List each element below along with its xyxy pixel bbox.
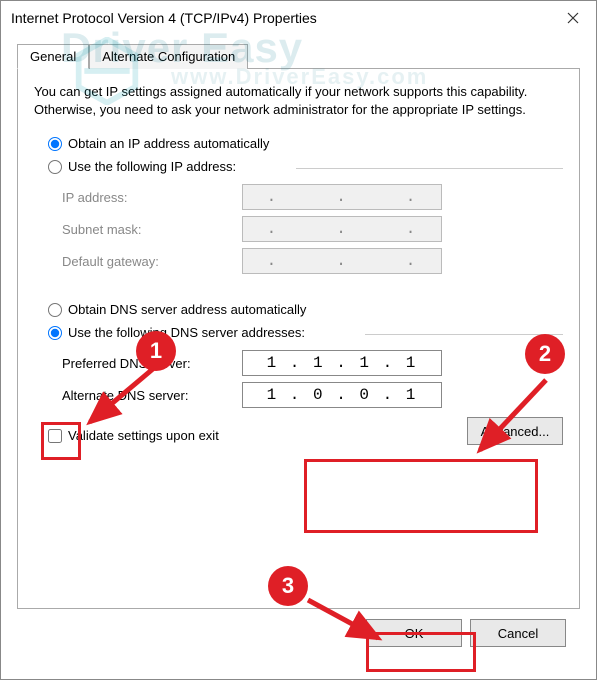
titlebar: Internet Protocol Version 4 (TCP/IPv4) P… xyxy=(1,1,596,35)
annotation-circle-2: 2 xyxy=(525,334,565,374)
dialog-buttons: OK Cancel xyxy=(17,609,580,647)
window-title: Internet Protocol Version 4 (TCP/IPv4) P… xyxy=(11,10,317,26)
alternate-dns-field[interactable] xyxy=(242,382,442,408)
radio-dns-manual-label: Use the following DNS server addresses: xyxy=(68,325,305,340)
ip-address-field xyxy=(242,184,442,210)
content-area: General Alternate Configuration You can … xyxy=(1,35,596,659)
alternate-dns-label: Alternate DNS server: xyxy=(62,388,242,403)
radio-ip-manual-row: Use the following IP address: xyxy=(48,159,236,174)
radio-ip-auto-label: Obtain an IP address automatically xyxy=(68,136,269,151)
radio-ip-auto[interactable] xyxy=(48,137,62,151)
ip-address-label: IP address: xyxy=(62,190,242,205)
radio-ip-manual-label: Use the following IP address: xyxy=(68,159,236,174)
gateway-label: Default gateway: xyxy=(62,254,242,269)
cancel-button[interactable]: Cancel xyxy=(470,619,566,647)
tab-general[interactable]: General xyxy=(17,44,89,69)
validate-label: Validate settings upon exit xyxy=(68,428,219,443)
validate-checkbox[interactable] xyxy=(48,429,62,443)
tab-bar: General Alternate Configuration xyxy=(17,43,580,69)
radio-dns-manual[interactable] xyxy=(48,326,62,340)
tab-alternate[interactable]: Alternate Configuration xyxy=(89,44,248,69)
radio-dns-auto-row: Obtain DNS server address automatically xyxy=(48,302,563,317)
divider xyxy=(365,334,563,335)
annotation-circle-3: 3 xyxy=(268,566,308,606)
ok-button[interactable]: OK xyxy=(366,619,462,647)
gateway-field xyxy=(242,248,442,274)
subnet-label: Subnet mask: xyxy=(62,222,242,237)
radio-dns-auto[interactable] xyxy=(48,303,62,317)
close-button[interactable] xyxy=(550,1,596,35)
preferred-dns-field[interactable] xyxy=(242,350,442,376)
radio-ip-auto-row: Obtain an IP address automatically xyxy=(48,136,563,151)
subnet-field xyxy=(242,216,442,242)
radio-ip-manual[interactable] xyxy=(48,160,62,174)
radio-dns-manual-row: Use the following DNS server addresses: xyxy=(48,325,305,340)
radio-dns-auto-label: Obtain DNS server address automatically xyxy=(68,302,306,317)
close-icon xyxy=(567,12,579,24)
advanced-button[interactable]: Advanced... xyxy=(467,417,563,445)
annotation-circle-1: 1 xyxy=(136,331,176,371)
tab-panel-general: You can get IP settings assigned automat… xyxy=(17,69,580,609)
info-text: You can get IP settings assigned automat… xyxy=(34,83,563,118)
divider xyxy=(296,168,563,169)
